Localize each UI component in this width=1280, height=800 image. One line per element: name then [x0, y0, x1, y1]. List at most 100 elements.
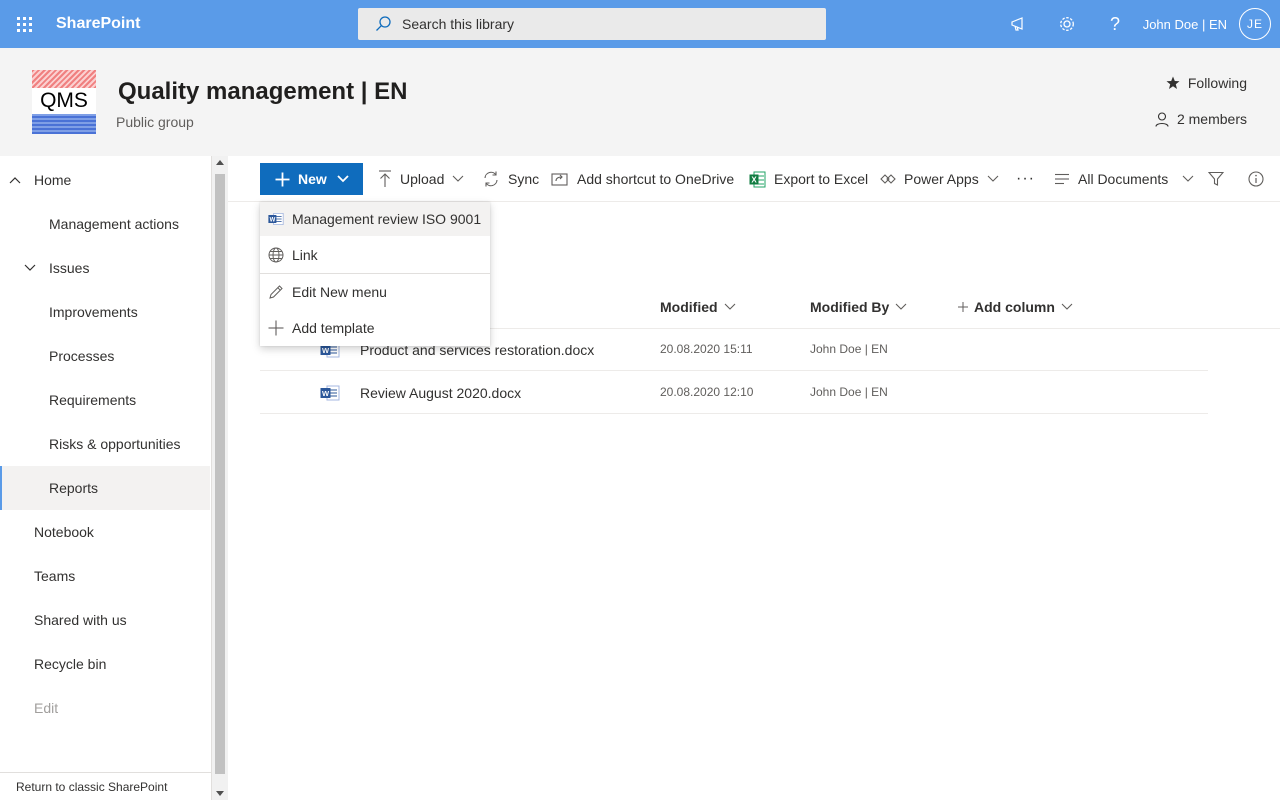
nav-item-reports[interactable]: Reports	[0, 466, 210, 510]
nav-edit-link[interactable]: Edit	[0, 686, 210, 730]
nav-item-home[interactable]: Home	[0, 158, 210, 202]
search-placeholder: Search this library	[402, 16, 515, 32]
svg-text:W: W	[322, 346, 330, 355]
members-button[interactable]: 2 members	[1155, 111, 1247, 127]
chevron-down-icon	[1061, 303, 1073, 310]
logo-text: QMS	[32, 88, 96, 114]
nav-item-shared-with-us[interactable]: Shared with us	[0, 598, 210, 642]
column-header-modified-by[interactable]: Modified By	[810, 298, 907, 316]
filter-icon	[1208, 171, 1224, 186]
command-bar: New Upload Sync Add shortcut to OneDrive…	[228, 156, 1280, 202]
upload-button[interactable]: Upload	[378, 163, 464, 195]
site-title[interactable]: Quality management | EN	[118, 78, 407, 106]
modified-by[interactable]: John Doe | EN	[810, 385, 888, 399]
nav-item-risks-opportunities[interactable]: Risks & opportunities	[0, 422, 210, 466]
sharepoint-brand-link[interactable]: SharePoint	[56, 15, 140, 33]
add-column-button[interactable]: Add column	[958, 298, 1073, 316]
file-name-link[interactable]: Review August 2020.docx	[360, 385, 521, 401]
nav-label: Notebook	[34, 524, 94, 540]
menu-item-label: Link	[292, 247, 318, 263]
chevron-up-icon[interactable]	[9, 176, 21, 184]
nav-item-teams[interactable]: Teams	[0, 554, 210, 598]
power-apps-icon	[880, 174, 896, 184]
nav-item-improvements[interactable]: Improvements	[0, 290, 210, 334]
new-button[interactable]: New	[260, 163, 363, 195]
power-apps-button[interactable]: Power Apps	[880, 163, 999, 195]
nav-label: Issues	[49, 260, 90, 276]
nav-item-requirements[interactable]: Requirements	[0, 378, 210, 422]
plus-icon	[275, 172, 290, 186]
menu-item-label: Add template	[292, 320, 375, 336]
filter-button[interactable]	[1208, 163, 1232, 195]
view-switcher[interactable]: All Documents	[1054, 163, 1194, 195]
app-launcher-icon[interactable]	[0, 0, 48, 48]
chevron-down-icon	[452, 175, 464, 182]
add-shortcut-button[interactable]: Add shortcut to OneDrive	[551, 163, 734, 195]
follow-button[interactable]: Following	[1166, 75, 1247, 91]
settings-gear-icon[interactable]	[1043, 0, 1091, 48]
nav-label: Edit	[34, 700, 59, 716]
add-shortcut-label: Add shortcut to OneDrive	[577, 171, 735, 187]
svg-text:W: W	[322, 389, 330, 398]
help-icon[interactable]: ?	[1091, 0, 1139, 48]
site-subtitle: Public group	[116, 114, 194, 130]
svg-text:W: W	[270, 217, 276, 223]
new-dropdown-menu: W Management review ISO 9001 Link Edit N…	[260, 202, 490, 346]
nav-label: Shared with us	[34, 612, 127, 628]
chevron-down-icon	[987, 175, 999, 182]
nav-label: Home	[34, 172, 72, 188]
scroll-up-arrow-icon[interactable]	[216, 160, 224, 165]
nav-label: Recycle bin	[34, 656, 107, 672]
export-to-excel-button[interactable]: X Export to Excel	[749, 163, 868, 195]
modified-date: 20.08.2020 12:10	[660, 385, 754, 399]
sync-button[interactable]: Sync	[482, 163, 539, 195]
nav-label: Requirements	[49, 392, 137, 408]
nav-item-processes[interactable]: Processes	[0, 334, 210, 378]
megaphone-icon[interactable]	[995, 0, 1043, 48]
left-navigation: Home Management actions Issues Improveme…	[0, 156, 212, 800]
site-header: QMS Quality management | EN Public group…	[0, 48, 1280, 156]
scroll-down-arrow-icon[interactable]	[216, 791, 224, 796]
chevron-down-icon[interactable]	[24, 264, 36, 272]
menu-item-add-template[interactable]: Add template	[260, 311, 490, 345]
scrollbar-thumb[interactable]	[215, 174, 225, 774]
more-actions-button[interactable]: ···	[1016, 163, 1035, 195]
column-label: Add column	[974, 299, 1055, 315]
upload-arrow-icon	[379, 170, 391, 187]
column-header-modified[interactable]: Modified	[660, 298, 736, 316]
person-icon	[1155, 111, 1169, 127]
word-doc-icon: W	[268, 213, 284, 225]
svg-text:X: X	[751, 175, 757, 184]
modified-by[interactable]: John Doe | EN	[810, 342, 888, 356]
nav-item-management-actions[interactable]: Management actions	[0, 202, 210, 246]
search-input[interactable]: Search this library	[358, 8, 826, 40]
nav-item-issues[interactable]: Issues	[0, 246, 210, 290]
table-row[interactable]: W Review August 2020.docx 20.08.2020 12:…	[260, 372, 1208, 414]
nav-label: Processes	[49, 348, 115, 364]
shortcut-icon	[551, 173, 568, 186]
return-to-classic-link[interactable]: Return to classic SharePoint	[0, 772, 212, 800]
new-label: New	[298, 171, 327, 187]
excel-icon: X	[749, 171, 766, 187]
pencil-icon	[269, 285, 283, 299]
view-label: All Documents	[1078, 171, 1169, 187]
menu-item-link[interactable]: Link	[260, 238, 490, 272]
follow-label: Following	[1187, 75, 1247, 91]
avatar[interactable]: JE	[1239, 8, 1271, 40]
sync-icon	[484, 171, 498, 187]
star-icon	[1166, 76, 1180, 89]
chevron-down-icon	[895, 303, 907, 310]
list-lines-icon	[1055, 173, 1069, 185]
suite-bar: SharePoint Search this library ? John Do…	[0, 0, 1280, 48]
site-logo[interactable]: QMS	[32, 70, 96, 134]
nav-item-notebook[interactable]: Notebook	[0, 510, 210, 554]
menu-divider	[260, 273, 490, 274]
user-name[interactable]: John Doe | EN	[1143, 17, 1227, 32]
menu-item-edit-new-menu[interactable]: Edit New menu	[260, 275, 490, 309]
globe-icon	[268, 247, 284, 263]
info-button[interactable]	[1248, 163, 1272, 195]
menu-item-management-review[interactable]: W Management review ISO 9001	[260, 202, 490, 236]
nav-scrollbar[interactable]	[212, 156, 228, 800]
modified-date: 20.08.2020 15:11	[660, 342, 753, 356]
nav-item-recycle-bin[interactable]: Recycle bin	[0, 642, 210, 686]
